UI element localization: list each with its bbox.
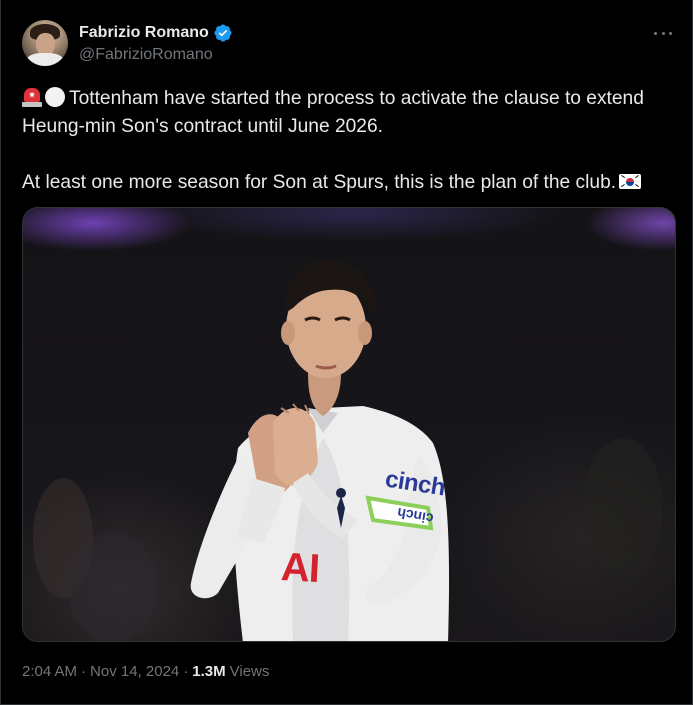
author-handle[interactable]: @FabrizioRomano xyxy=(79,45,213,65)
tweet-time[interactable]: 2:04 AM xyxy=(22,662,77,682)
tweet-paragraph-1: ✷ Tottenham have started the process to … xyxy=(22,85,677,141)
player-illustration xyxy=(33,260,663,641)
tweet-line-2: At least one more season for Son at Spur… xyxy=(22,172,617,193)
tweet-text: ✷ Tottenham have started the process to … xyxy=(22,85,677,197)
avatar-shirt xyxy=(26,53,64,66)
more-options-icon[interactable] xyxy=(654,24,672,42)
tweet-paragraph-2: At least one more season for Son at Spur… xyxy=(22,169,677,197)
white-circle-emoji-icon xyxy=(45,87,65,107)
views-label: Views xyxy=(229,663,270,680)
views-count[interactable]: 1.3M xyxy=(192,662,225,682)
verified-badge-icon[interactable] xyxy=(213,23,233,43)
rotating-light-emoji-icon: ✷ xyxy=(22,87,42,107)
tweet-meta: 2:04 AM · Nov 14, 2024 · 1.3M Views xyxy=(22,662,269,682)
tweet-line-1: Tottenham have started the process to ac… xyxy=(22,88,644,137)
avatar-face xyxy=(36,33,55,55)
author-avatar[interactable] xyxy=(22,20,68,66)
tweet-date[interactable]: Nov 14, 2024 xyxy=(90,662,179,682)
shirt-front-text: AI xyxy=(279,545,321,591)
tweet-photo[interactable]: cinch cinch AI xyxy=(22,207,676,642)
author-display-name[interactable]: Fabrizio Romano xyxy=(79,23,209,43)
meta-separator-2: · xyxy=(183,663,189,680)
tweet-card: Fabrizio Romano @FabrizioRomano ✷ Totten… xyxy=(0,0,693,705)
author-name-row: Fabrizio Romano xyxy=(79,23,233,43)
south-korea-flag-emoji-icon xyxy=(619,174,642,189)
meta-separator-1: · xyxy=(81,663,87,680)
